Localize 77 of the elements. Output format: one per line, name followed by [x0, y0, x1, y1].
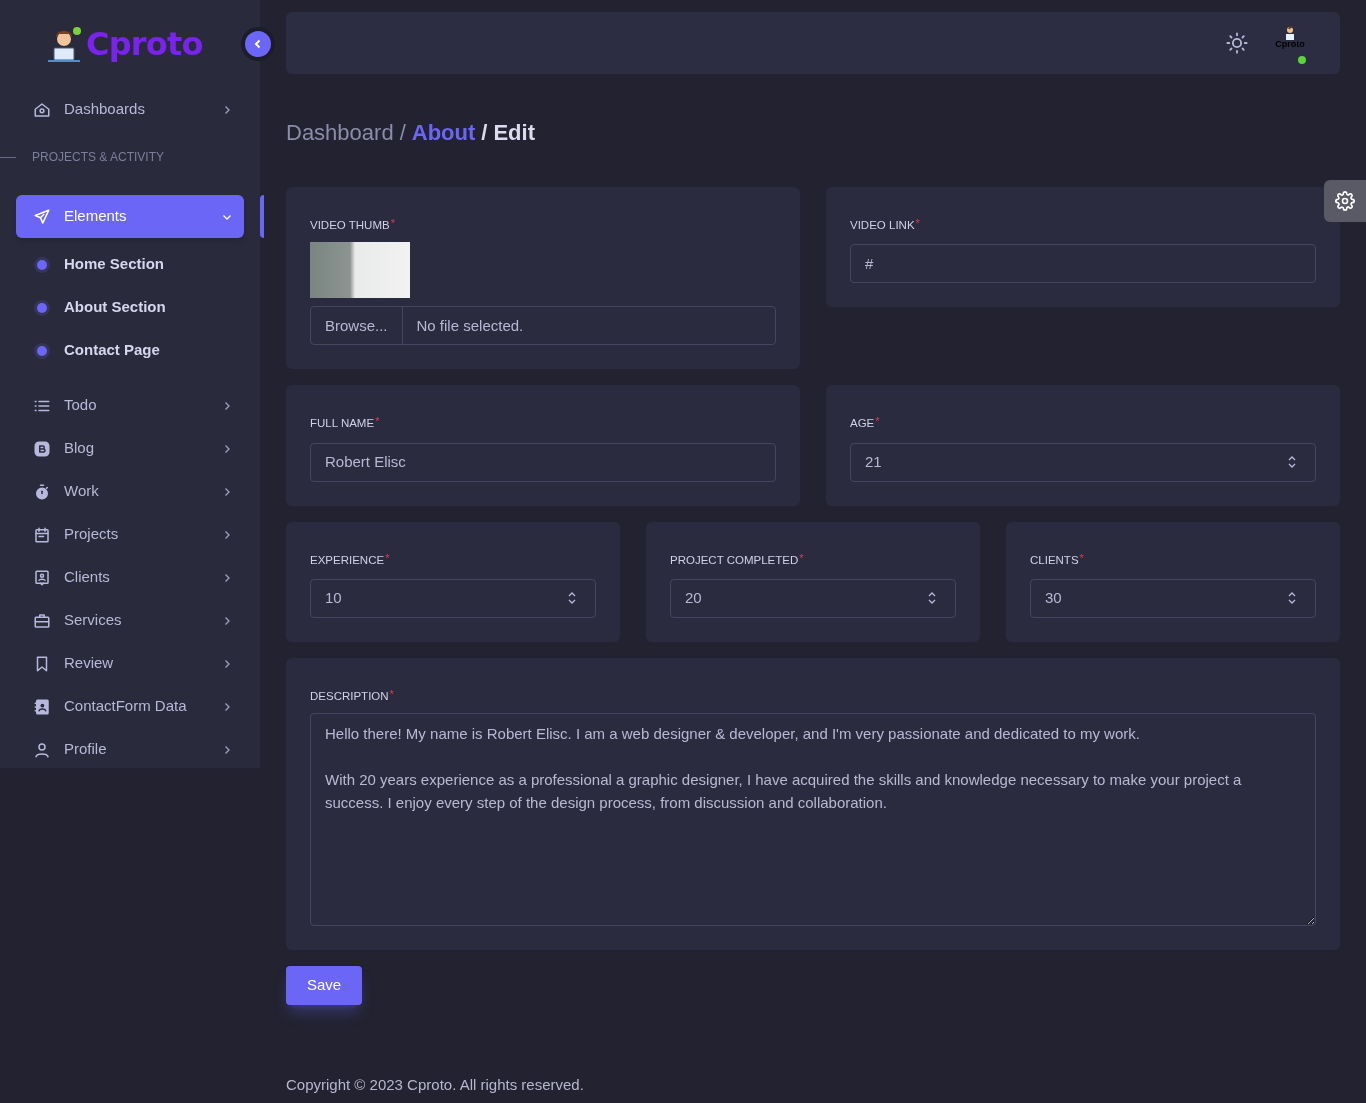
section-heading: PROJECTS & ACTIVITY: [32, 149, 165, 166]
sidebar-item[interactable]: Clients: [16, 556, 244, 599]
sidebar-item[interactable]: Profile: [16, 728, 244, 771]
required-asterisk: *: [1079, 550, 1084, 566]
calendar-icon: [33, 525, 51, 544]
breadcrumb-link[interactable]: About: [411, 116, 476, 149]
spinner-arrows-icon: [1287, 455, 1297, 469]
breadcrumb-link[interactable]: Dashboard: [286, 116, 394, 149]
submenu-item[interactable]: Home Section: [0, 243, 260, 286]
field-label: DESCRIPTION*: [310, 687, 395, 705]
spinner-arrows-icon: [567, 591, 577, 606]
chevron-right-icon: [222, 615, 232, 626]
chevron-right-icon: [222, 400, 232, 411]
contact-card-icon: [33, 568, 51, 587]
required-asterisk: *: [390, 216, 395, 231]
user-icon: [33, 740, 51, 759]
field-label: AGE*: [850, 415, 881, 432]
sidebar-item[interactable]: Services: [16, 599, 244, 642]
field-label: FULL NAME*: [310, 415, 381, 432]
sidebar-item[interactable]: Review: [16, 642, 244, 685]
breadcrumb-current: Edit: [493, 119, 535, 147]
house-icon: [33, 100, 51, 119]
sidebar-item[interactable]: Todo: [16, 384, 244, 427]
chevron-right-icon: [222, 104, 232, 115]
chevron-right-icon: [222, 486, 232, 497]
briefcase-icon: [33, 611, 51, 630]
active-indicator: [260, 195, 264, 238]
sidebar-item[interactable]: Work: [16, 470, 244, 513]
blog-icon: [33, 439, 51, 458]
chevron-left-icon: [253, 39, 263, 49]
breadcrumb-separator: /: [481, 119, 488, 147]
chevron-right-icon: [222, 529, 232, 540]
save-button[interactable]: Save: [286, 966, 363, 1005]
settings-icon: [1335, 191, 1355, 211]
field-label: VIDEO THUMB*: [310, 217, 396, 234]
field-label: PROJECT COMPLETED*: [670, 551, 805, 568]
number-input[interactable]: 21: [850, 442, 1316, 482]
sidebar-item[interactable]: ContactForm Data: [16, 685, 244, 728]
spinner-arrows-icon: [1287, 591, 1297, 606]
submenu-item[interactable]: Contact Page: [0, 329, 260, 372]
sidebar-item[interactable]: Dashboards: [16, 88, 244, 131]
required-asterisk: *: [915, 216, 920, 231]
required-asterisk: *: [875, 414, 880, 430]
description-textarea[interactable]: Hello there! My name is Robert Elisc. I am a web designer & developer, and I'm very passionate and dedicated to my work. With 20 years experience as a professional a graphic designer, I have acquired the skills and knowledge necessary to make your project a success. I enjoy every step of the design process, from discussion and collaboration.: [310, 713, 1316, 926]
collapse-sidebar-button[interactable]: [245, 31, 271, 57]
chevron-right-icon: [222, 701, 232, 712]
chevron-right-icon: [222, 744, 232, 755]
chevron-right-icon: [222, 443, 232, 454]
spinner-arrows-icon: [927, 591, 937, 606]
sidebar-item[interactable]: Blog: [16, 427, 244, 470]
text-input[interactable]: #: [850, 244, 1316, 284]
number-input[interactable]: 30: [1030, 578, 1316, 618]
field-label: CLIENTS*: [1030, 551, 1085, 568]
required-asterisk: *: [385, 550, 390, 566]
breadcrumb-separator: /: [399, 119, 406, 147]
number-input[interactable]: 10: [310, 578, 596, 618]
submenu-item[interactable]: About Section: [0, 286, 260, 329]
file-input[interactable]: Browse... No file selected.: [310, 306, 776, 346]
sidebar-item[interactable]: Projects: [16, 513, 244, 556]
required-asterisk: *: [389, 686, 394, 702]
avatar-logo-text: Cproto: [1275, 40, 1305, 49]
required-asterisk: *: [799, 550, 804, 566]
person-icon: [1284, 26, 1296, 40]
field-label: VIDEO LINK*: [850, 217, 921, 234]
sidebar-item[interactable]: Elements: [16, 195, 244, 238]
sun-icon[interactable]: [1226, 32, 1248, 54]
settings-button[interactable]: [1324, 180, 1366, 222]
address-book-icon: [33, 697, 51, 716]
field-label: EXPERIENCE*: [310, 551, 391, 568]
paper-plane-icon: [33, 207, 51, 226]
chevron-right-icon: [222, 572, 232, 583]
number-input[interactable]: 20: [670, 578, 956, 618]
chevron-right-icon: [222, 658, 232, 669]
required-asterisk: *: [375, 414, 380, 430]
footer-copyright: Copyright © 2023 Cproto. All rights reserved.: [286, 1075, 584, 1095]
text-input[interactable]: Robert Elisc: [310, 442, 776, 482]
stopwatch-icon: [33, 482, 51, 501]
